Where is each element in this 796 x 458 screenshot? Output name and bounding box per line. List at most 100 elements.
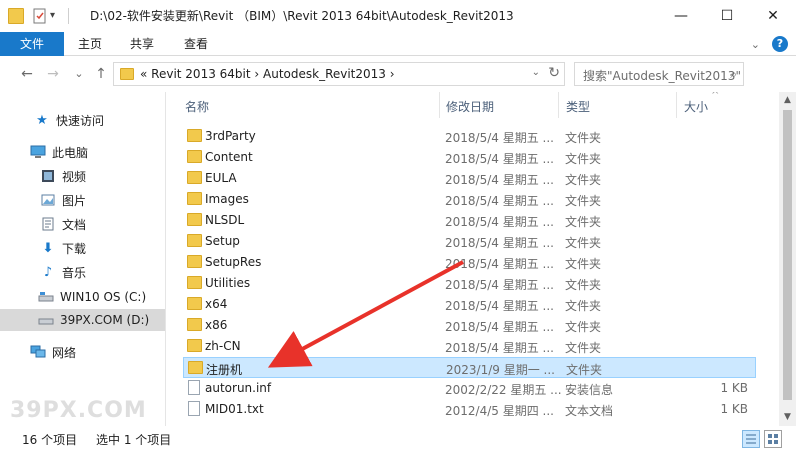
navigation-pane: ★ 快速访问 此电脑 视频 图片 文档 ⬇ 下载 ♪ 音乐 WIN10 OS (… xyxy=(0,92,166,426)
sidebar-item-quick-access[interactable]: ★ 快速访问 xyxy=(0,109,165,131)
minimize-button[interactable]: — xyxy=(658,0,704,32)
quick-access-dropdown-icon[interactable]: ▾ xyxy=(50,8,66,24)
vertical-scrollbar[interactable]: ▲ ▼ xyxy=(779,92,796,426)
large-icons-view-button[interactable] xyxy=(764,430,782,448)
details-view-button[interactable] xyxy=(742,430,760,448)
title-separator xyxy=(68,8,69,24)
folder-icon xyxy=(187,171,202,184)
search-input[interactable]: 搜索"Autodesk_Revit2013" xyxy=(583,67,741,84)
folder-row[interactable]: x64 2018/5/4 星期五 ... 文件夹 xyxy=(183,294,756,315)
file-type: 文件夹 xyxy=(565,173,602,187)
folder-row[interactable]: EULA 2018/5/4 星期五 ... 文件夹 xyxy=(183,168,756,189)
folder-row[interactable]: NLSDL 2018/5/4 星期五 ... 文件夹 xyxy=(183,210,756,231)
drive-icon xyxy=(38,312,54,328)
back-button[interactable]: ← xyxy=(18,65,36,83)
column-divider[interactable] xyxy=(676,92,677,118)
computer-icon xyxy=(30,144,46,160)
tab-home[interactable]: 主页 xyxy=(64,32,116,56)
file-row[interactable]: autorun.inf 2002/2/22 星期五 ... 安装信息 1 KB xyxy=(183,378,756,399)
column-divider[interactable] xyxy=(558,92,559,118)
file-date: 2002/2/22 星期五 ... xyxy=(445,383,562,397)
file-type: 文件夹 xyxy=(565,236,602,250)
file-name: x64 xyxy=(205,297,228,311)
refresh-icon[interactable]: ↻ xyxy=(548,65,560,81)
breadcrumb[interactable]: « Revit 2013 64bit › Autodesk_Revit2013 … xyxy=(140,67,395,81)
file-icon xyxy=(188,380,200,395)
column-size-header[interactable]: 大小 xyxy=(684,98,708,115)
file-date: 2018/5/4 星期五 ... xyxy=(445,278,554,292)
sidebar-item-downloads[interactable]: ⬇ 下载 xyxy=(0,237,165,259)
file-icon xyxy=(188,401,200,416)
file-date: 2018/5/4 星期五 ... xyxy=(445,131,554,145)
sidebar-item-this-pc[interactable]: 此电脑 xyxy=(0,141,165,163)
sidebar-item-label: 文档 xyxy=(62,217,87,232)
sidebar-item-pictures[interactable]: 图片 xyxy=(0,189,165,211)
file-name: 3rdParty xyxy=(205,129,256,143)
ribbon-help-area: ⌄ ? xyxy=(751,36,788,52)
scroll-thumb[interactable] xyxy=(783,110,792,400)
file-type: 文件夹 xyxy=(565,257,602,271)
item-count: 16 个项目 xyxy=(22,433,78,447)
file-date: 2018/5/4 星期五 ... xyxy=(445,194,554,208)
folder-row[interactable]: 3rdParty 2018/5/4 星期五 ... 文件夹 xyxy=(183,126,756,147)
column-type-header[interactable]: 类型 xyxy=(566,98,590,115)
close-button[interactable]: ✕ xyxy=(750,0,796,32)
folder-row[interactable]: x86 2018/5/4 星期五 ... 文件夹 xyxy=(183,315,756,336)
file-name: autorun.inf xyxy=(205,381,272,395)
file-date: 2018/5/4 星期五 ... xyxy=(445,236,554,250)
ribbon-tabs: 文件 主页 共享 查看 ⌄ ? xyxy=(0,32,796,56)
file-date: 2018/5/4 星期五 ... xyxy=(445,152,554,166)
file-name: Setup xyxy=(205,234,240,248)
sort-chevron-icon: ^ xyxy=(711,92,720,101)
folder-icon xyxy=(187,318,202,331)
folder-row[interactable]: Content 2018/5/4 星期五 ... 文件夹 xyxy=(183,147,756,168)
expand-ribbon-icon[interactable]: ⌄ xyxy=(751,38,760,51)
folder-row[interactable]: 注册机 2023/1/9 星期一 ... 文件夹 xyxy=(183,357,756,378)
file-date: 2018/5/4 星期五 ... xyxy=(445,257,554,271)
column-name-header[interactable]: 名称 xyxy=(185,98,209,115)
download-icon: ⬇ xyxy=(42,240,54,256)
folder-icon xyxy=(187,192,202,205)
help-icon[interactable]: ? xyxy=(772,36,788,52)
column-date-header[interactable]: 修改日期 xyxy=(446,98,494,115)
tab-file[interactable]: 文件 xyxy=(0,32,64,56)
sidebar-item-documents[interactable]: 文档 xyxy=(0,213,165,235)
sidebar-item-label: 此电脑 xyxy=(52,145,89,160)
folder-icon xyxy=(8,8,24,24)
address-bar[interactable]: « Revit 2013 64bit › Autodesk_Revit2013 … xyxy=(113,62,565,86)
sidebar-item-videos[interactable]: 视频 xyxy=(0,165,165,187)
file-type: 文件夹 xyxy=(565,215,602,229)
file-name: MID01.txt xyxy=(205,402,264,416)
sidebar-item-label: 下载 xyxy=(62,241,87,256)
sidebar-item-music[interactable]: ♪ 音乐 xyxy=(0,261,165,283)
file-row[interactable]: MID01.txt 2012/4/5 星期四 ... 文本文档 1 KB xyxy=(183,399,756,420)
up-button[interactable]: ↑ xyxy=(92,65,110,83)
recent-locations-button[interactable]: ⌄ xyxy=(70,65,88,83)
sidebar-item-network[interactable]: 网络 xyxy=(0,341,165,363)
sidebar-item-drive-d[interactable]: 39PX.COM (D:) xyxy=(0,309,165,331)
video-icon xyxy=(40,168,56,184)
folder-row[interactable]: SetupRes 2018/5/4 星期五 ... 文件夹 xyxy=(183,252,756,273)
music-icon: ♪ xyxy=(43,264,53,280)
properties-icon[interactable] xyxy=(32,8,48,24)
file-name: SetupRes xyxy=(205,255,262,269)
folder-row[interactable]: Images 2018/5/4 星期五 ... 文件夹 xyxy=(183,189,756,210)
folder-row[interactable]: zh-CN 2018/5/4 星期五 ... 文件夹 xyxy=(183,336,756,357)
folder-row[interactable]: Setup 2018/5/4 星期五 ... 文件夹 xyxy=(183,231,756,252)
tab-share[interactable]: 共享 xyxy=(116,32,168,56)
folder-icon xyxy=(120,68,134,80)
maximize-button[interactable]: ☐ xyxy=(704,0,750,32)
search-icon[interactable]: ⌕ xyxy=(730,67,737,82)
file-date: 2018/5/4 星期五 ... xyxy=(445,299,554,313)
scroll-up-icon[interactable]: ▲ xyxy=(779,92,796,109)
sidebar-item-drive-c[interactable]: WIN10 OS (C:) xyxy=(0,286,165,308)
file-type: 文件夹 xyxy=(565,299,602,313)
search-box[interactable]: 搜索"Autodesk_Revit2013" ⌕ xyxy=(574,62,744,86)
folder-icon xyxy=(188,361,203,374)
column-divider[interactable] xyxy=(439,92,440,118)
folder-row[interactable]: Utilities 2018/5/4 星期五 ... 文件夹 xyxy=(183,273,756,294)
tab-view[interactable]: 查看 xyxy=(168,32,224,56)
scroll-down-icon[interactable]: ▼ xyxy=(779,409,796,426)
forward-button[interactable]: → xyxy=(44,65,62,83)
address-dropdown-icon[interactable]: ⌄ xyxy=(532,67,540,78)
